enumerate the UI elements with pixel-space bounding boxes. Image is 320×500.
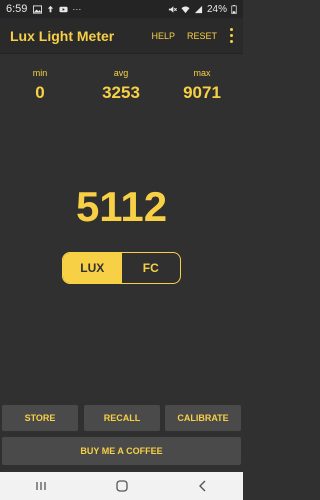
stats-panel: min 0 avg 3253 max 9071 — [0, 68, 243, 118]
calibrate-button[interactable]: CALIBRATE — [165, 405, 241, 431]
notification-icons: ··· — [33, 4, 81, 14]
back-button[interactable] — [188, 476, 218, 496]
upload-icon — [48, 5, 54, 12]
stat-avg-value: 3253 — [102, 83, 140, 102]
back-icon — [198, 480, 205, 492]
recent-apps-button[interactable] — [26, 476, 56, 496]
home-icon — [115, 480, 128, 492]
youtube-icon — [59, 6, 68, 12]
stat-avg: avg 3253 — [91, 68, 151, 103]
overflow-menu-icon[interactable] — [223, 26, 239, 46]
stat-avg-label: avg — [113, 68, 129, 78]
store-button[interactable]: STORE — [2, 405, 78, 431]
stat-max-label: max — [193, 68, 211, 78]
current-reading: 5112 — [75, 183, 168, 230]
stat-min: min 0 — [10, 68, 70, 103]
app-title: Lux Light Meter — [10, 27, 115, 44]
signal-icon — [194, 5, 203, 13]
stat-min-label: min — [32, 68, 48, 78]
app-bar: Lux Light Meter HELP RESET — [0, 18, 243, 54]
status-bar: 6:59 ··· 24% — [0, 0, 243, 18]
help-button[interactable]: HELP — [145, 31, 181, 41]
image-icon — [33, 4, 43, 14]
more-notifications-icon: ··· — [72, 4, 82, 14]
unit-toggle: LUX FC — [62, 252, 181, 284]
unit-fc-option[interactable]: FC — [122, 253, 181, 283]
unit-lux-option[interactable]: LUX — [63, 253, 122, 283]
battery-icon — [231, 4, 237, 14]
recent-apps-icon — [35, 482, 46, 490]
recall-button[interactable]: RECALL — [84, 405, 160, 431]
wifi-icon — [181, 5, 190, 13]
system-nav-bar — [0, 472, 243, 500]
home-button[interactable] — [107, 476, 137, 496]
reset-button[interactable]: RESET — [181, 31, 223, 41]
stat-min-value: 0 — [35, 83, 45, 102]
battery-percent: 24% — [206, 3, 227, 15]
status-time: 6:59 — [6, 3, 28, 15]
stat-max: max 9071 — [172, 68, 232, 103]
stat-max-value: 9071 — [183, 83, 221, 102]
buy-me-a-coffee-button[interactable]: BUY ME A COFFEE — [2, 437, 241, 465]
mute-icon — [168, 5, 177, 13]
